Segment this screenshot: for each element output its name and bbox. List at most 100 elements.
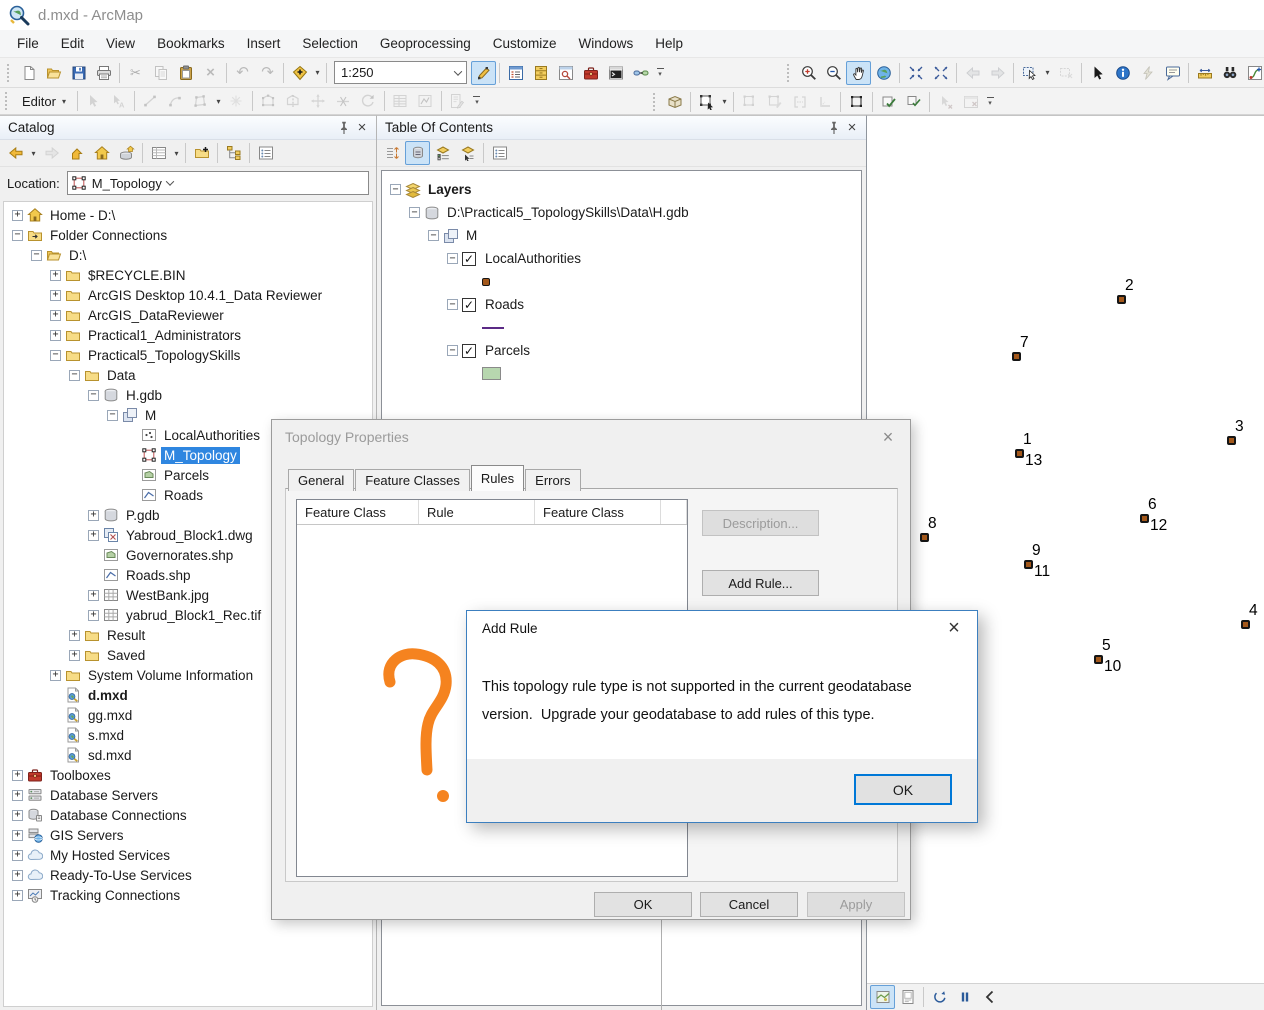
menu-windows[interactable]: Windows (568, 30, 645, 57)
fix-topology-error-tool-icon[interactable] (933, 90, 958, 114)
select-features-dropdown-icon[interactable]: ▾ (1042, 61, 1053, 85)
tab-general[interactable]: General (288, 469, 355, 491)
refresh-view-icon[interactable] (927, 985, 952, 1009)
location-combo[interactable]: M_Topology (66, 171, 369, 195)
show-shared-features-icon[interactable] (787, 90, 812, 114)
select-features-icon[interactable] (1017, 61, 1042, 85)
previous-extent-icon[interactable] (977, 985, 1002, 1009)
tab-errors[interactable]: Errors (525, 469, 581, 491)
clear-selected-features-icon[interactable] (1053, 61, 1078, 85)
expand-icon[interactable]: + (12, 809, 23, 821)
collapse-icon[interactable]: − (390, 184, 401, 195)
delete-icon[interactable]: × (198, 61, 223, 85)
data-view-icon[interactable] (870, 985, 895, 1009)
description-button[interactable]: Description... (702, 510, 819, 536)
expand-icon[interactable]: + (88, 589, 99, 601)
select-topology-icon[interactable] (844, 90, 869, 114)
close-icon[interactable]: × (843, 119, 861, 137)
catalog-window-icon[interactable] (528, 61, 553, 85)
menu-selection[interactable]: Selection (291, 30, 369, 57)
collapse-icon[interactable]: − (12, 229, 23, 241)
point-symbol-swatch[interactable] (482, 277, 490, 286)
identify-icon[interactable] (1110, 61, 1135, 85)
error-inspector-icon[interactable] (958, 90, 983, 114)
map-canvas[interactable]: 2 7 3 1 13 6 12 8 9 11 4 5 10 (866, 115, 1264, 1010)
map-scale-dropdown-icon[interactable] (449, 62, 466, 83)
reshape-feature-icon[interactable] (256, 89, 281, 113)
add-data-icon[interactable] (287, 61, 312, 85)
catalog-item-folder-connections[interactable]: − Folder Connections (4, 225, 372, 245)
menu-help[interactable]: Help (644, 30, 694, 57)
validate-topology-in-area-icon[interactable] (876, 90, 901, 114)
python-window-icon[interactable] (603, 61, 628, 85)
forward-icon[interactable] (39, 141, 64, 165)
map-scale-combo[interactable]: 1:250 (334, 61, 467, 84)
find-icon[interactable] (1217, 61, 1242, 85)
expand-icon[interactable]: + (12, 889, 23, 901)
catalog-item-d[interactable]: − D:\ (4, 245, 372, 265)
column-header-blank[interactable] (661, 500, 687, 524)
options-icon[interactable] (487, 141, 512, 165)
topology-edit-tool-icon[interactable] (694, 90, 719, 114)
menu-edit[interactable]: Edit (50, 30, 95, 57)
cut-icon[interactable]: ✂ (123, 61, 148, 85)
cancel-button[interactable]: Cancel (700, 892, 798, 917)
menu-bookmarks[interactable]: Bookmarks (146, 30, 236, 57)
generalize-edge-icon[interactable] (812, 90, 837, 114)
editor-menu-button[interactable]: Editor ▾ (14, 89, 74, 113)
move-feature-icon[interactable] (306, 89, 331, 113)
paste-icon[interactable] (173, 61, 198, 85)
standard-toolbar-options-icon[interactable]: ▾ (653, 61, 667, 85)
print-icon[interactable] (91, 61, 116, 85)
catalog-item-data[interactable]: − Data (4, 365, 372, 385)
collapse-icon[interactable]: − (50, 349, 61, 361)
catalog-item-recycle-bin[interactable]: + $RECYCLE.BIN (4, 265, 372, 285)
pan-icon[interactable] (846, 60, 871, 85)
zoom-in-icon[interactable] (796, 61, 821, 85)
catalog-item-practical5-topologyskills[interactable]: − Practical5_TopologySkills (4, 345, 372, 365)
menu-geoprocessing[interactable]: Geoprocessing (369, 30, 482, 57)
close-icon[interactable]: × (353, 119, 371, 137)
layer-visibility-checkbox[interactable]: ✓ (462, 297, 476, 312)
editor-toolbar-options-icon[interactable]: ▾ (470, 89, 484, 113)
validate-topology-in-extent-icon[interactable] (901, 90, 926, 114)
arctoolbox-window-icon[interactable] (578, 61, 603, 85)
up-one-level-icon[interactable] (64, 141, 89, 165)
trace-tool-icon[interactable] (188, 89, 213, 113)
select-elements-icon[interactable] (1085, 61, 1110, 85)
search-window-icon[interactable] (553, 61, 578, 85)
apply-button[interactable]: Apply (807, 892, 905, 917)
create-features-icon[interactable] (445, 89, 470, 113)
expand-icon[interactable]: + (50, 289, 61, 301)
go-back-extent-icon[interactable] (960, 61, 985, 85)
expand-icon[interactable]: + (12, 769, 23, 781)
column-header-feature-class[interactable]: Feature Class (535, 500, 661, 524)
expand-icon[interactable]: + (50, 669, 61, 681)
expand-icon[interactable]: + (12, 829, 23, 841)
collapse-icon[interactable]: − (428, 230, 439, 241)
find-route-icon[interactable] (1242, 61, 1264, 85)
catalog-item-arcgis-datareviewer[interactable]: + ArcGIS_DataReviewer (4, 305, 372, 325)
copy-icon[interactable] (148, 61, 173, 85)
add-rule-button[interactable]: Add Rule... (702, 570, 819, 596)
construction-tools-dropdown-icon[interactable]: ▾ (213, 89, 224, 113)
expand-icon[interactable]: + (12, 209, 23, 221)
back-icon[interactable] (3, 141, 28, 165)
options-icon[interactable] (253, 141, 278, 165)
edit-tool-icon[interactable] (81, 89, 106, 113)
back-history-dropdown-icon[interactable]: ▾ (28, 141, 39, 165)
list-by-source-icon[interactable] (405, 141, 430, 165)
editor-sketch-icon[interactable] (471, 60, 496, 85)
tab-rules[interactable]: Rules (470, 465, 525, 491)
menu-file[interactable]: File (6, 30, 50, 57)
pause-drawing-icon[interactable] (952, 985, 977, 1009)
expand-icon[interactable]: + (50, 329, 61, 341)
list-by-selection-icon[interactable] (455, 141, 480, 165)
expand-icon[interactable]: + (12, 869, 23, 881)
column-header-rule[interactable]: Rule (419, 500, 535, 524)
redo-icon[interactable]: ↷ (255, 61, 280, 85)
pin-icon[interactable] (825, 119, 843, 137)
expand-icon[interactable]: + (69, 649, 80, 661)
layer-visibility-checkbox[interactable]: ✓ (462, 343, 476, 358)
expand-icon[interactable]: + (69, 629, 80, 641)
